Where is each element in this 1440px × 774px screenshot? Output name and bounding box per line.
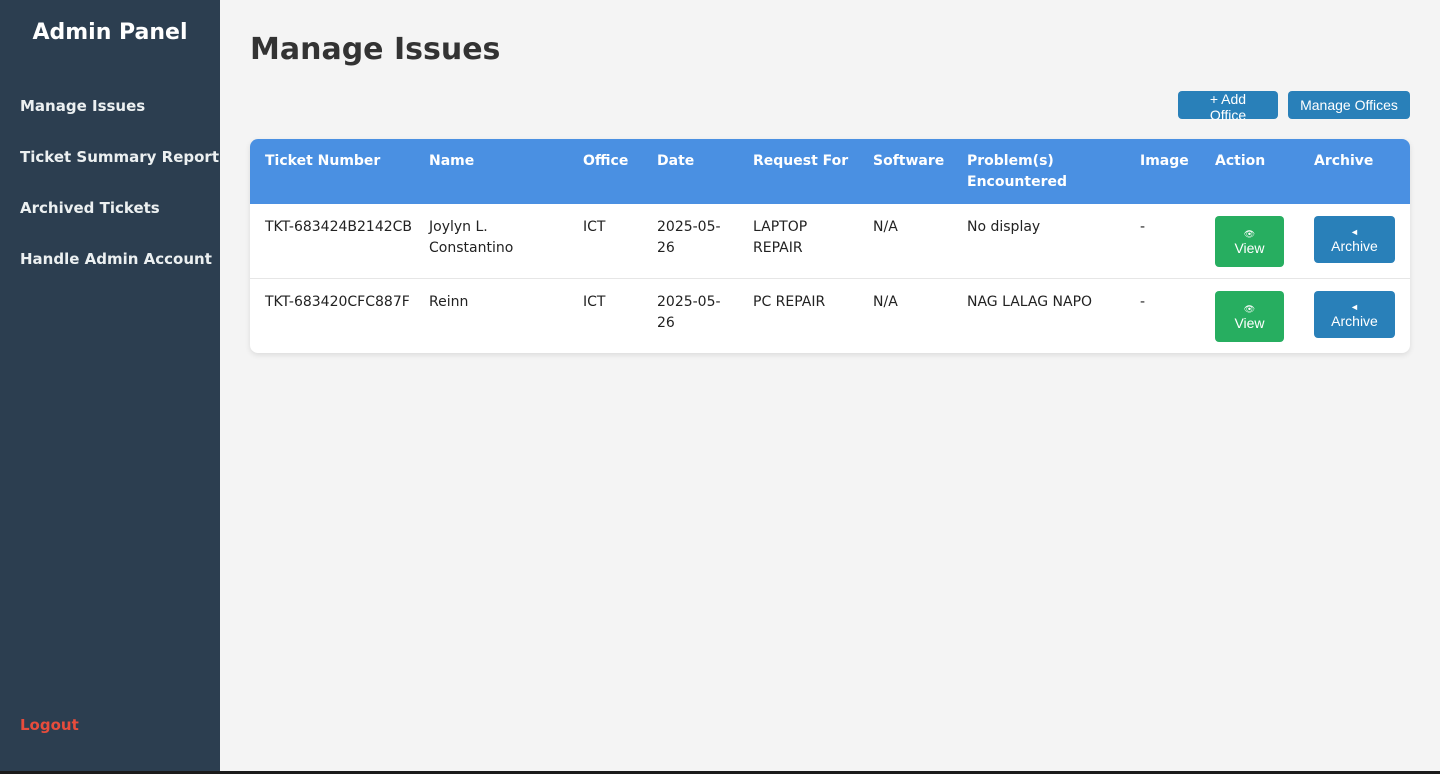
- eye-icon: 👁: [1243, 228, 1256, 239]
- view-button-label: View: [1234, 239, 1265, 256]
- cell-archive: ◄ Archive: [1299, 279, 1410, 354]
- header-image: Image: [1125, 139, 1200, 204]
- issues-table-container: Ticket Number Name Office Date Request F…: [250, 139, 1410, 353]
- table-row: TKT-683420CFC887F Reinn ICT 2025-05-26 P…: [250, 279, 1410, 354]
- cell-archive: ◄ Archive: [1299, 204, 1410, 279]
- manage-offices-button[interactable]: Manage Offices: [1288, 91, 1410, 119]
- header-action: Action: [1200, 139, 1299, 204]
- cell-name: Joylyn L. Constantino: [414, 204, 568, 279]
- sidebar-item-manage-issues[interactable]: Manage Issues: [20, 96, 219, 147]
- cell-problems: NAG LALAG NAPO: [967, 294, 1093, 310]
- cell-software: N/A: [858, 204, 952, 279]
- view-button-label: View: [1234, 314, 1265, 331]
- logout-link[interactable]: Logout: [20, 716, 79, 734]
- cell-ticket-number: TKT-683424B2142CB: [250, 204, 414, 279]
- cell-name: Reinn: [429, 294, 469, 310]
- sidebar-item-ticket-summary-report[interactable]: Ticket Summary Report: [20, 147, 219, 198]
- archive-icon: ◄: [1350, 226, 1359, 237]
- header-archive: Archive: [1299, 139, 1410, 204]
- header-request-for: Request For: [738, 139, 858, 204]
- archive-button-label: Archive: [1331, 312, 1378, 329]
- archive-button[interactable]: ◄ Archive: [1314, 216, 1395, 263]
- sidebar-nav: Manage Issues Ticket Summary Report Arch…: [20, 96, 219, 300]
- cell-office: ICT: [583, 294, 606, 310]
- sidebar-item-handle-admin-account[interactable]: Handle Admin Account: [20, 249, 219, 300]
- cell-date: 2025-05-26: [642, 204, 738, 279]
- sidebar: Admin Panel Manage Issues Ticket Summary…: [0, 0, 220, 774]
- sidebar-title: Admin Panel: [32, 20, 188, 45]
- page-title: Manage Issues: [250, 32, 501, 67]
- cell-image: -: [1125, 204, 1200, 279]
- view-button[interactable]: 👁 View: [1215, 291, 1284, 342]
- cell-software: N/A: [873, 294, 898, 310]
- table-row: TKT-683424B2142CB Joylyn L. Constantino …: [250, 204, 1410, 279]
- archive-button-label: Archive: [1331, 237, 1378, 254]
- app: Admin Panel Manage Issues Ticket Summary…: [0, 0, 1440, 774]
- cell-action: 👁 View: [1200, 204, 1299, 279]
- issues-table: Ticket Number Name Office Date Request F…: [250, 139, 1410, 353]
- cell-request-for: LAPTOP REPAIR: [738, 204, 858, 279]
- add-office-button[interactable]: + Add Office: [1178, 91, 1278, 123]
- cell-action: 👁 View: [1200, 279, 1299, 354]
- archive-button[interactable]: ◄ Archive: [1314, 291, 1395, 338]
- cell-request-for: PC REPAIR: [753, 294, 826, 310]
- cell-office: ICT: [568, 204, 642, 279]
- cell-image: -: [1140, 294, 1146, 310]
- cell-problems: No display: [952, 204, 1125, 279]
- cell-date: 2025-05-26: [657, 294, 721, 331]
- eye-icon: 👁: [1243, 303, 1256, 314]
- view-button[interactable]: 👁 View: [1215, 216, 1284, 267]
- header-name: Name: [414, 139, 568, 204]
- header-date: Date: [642, 139, 738, 204]
- header-office: Office: [568, 139, 642, 204]
- table-header-row: Ticket Number Name Office Date Request F…: [250, 139, 1410, 204]
- header-software: Software: [858, 139, 952, 204]
- header-ticket-number: Ticket Number: [250, 139, 414, 204]
- header-problems: Problem(s) Encountered: [952, 139, 1125, 204]
- cell-ticket-number: TKT-683420CFC887F: [265, 294, 410, 310]
- main-content: Manage Issues + Add Office Manage Office…: [220, 0, 1440, 774]
- archive-icon: ◄: [1350, 301, 1359, 312]
- sidebar-item-archived-tickets[interactable]: Archived Tickets: [20, 198, 219, 249]
